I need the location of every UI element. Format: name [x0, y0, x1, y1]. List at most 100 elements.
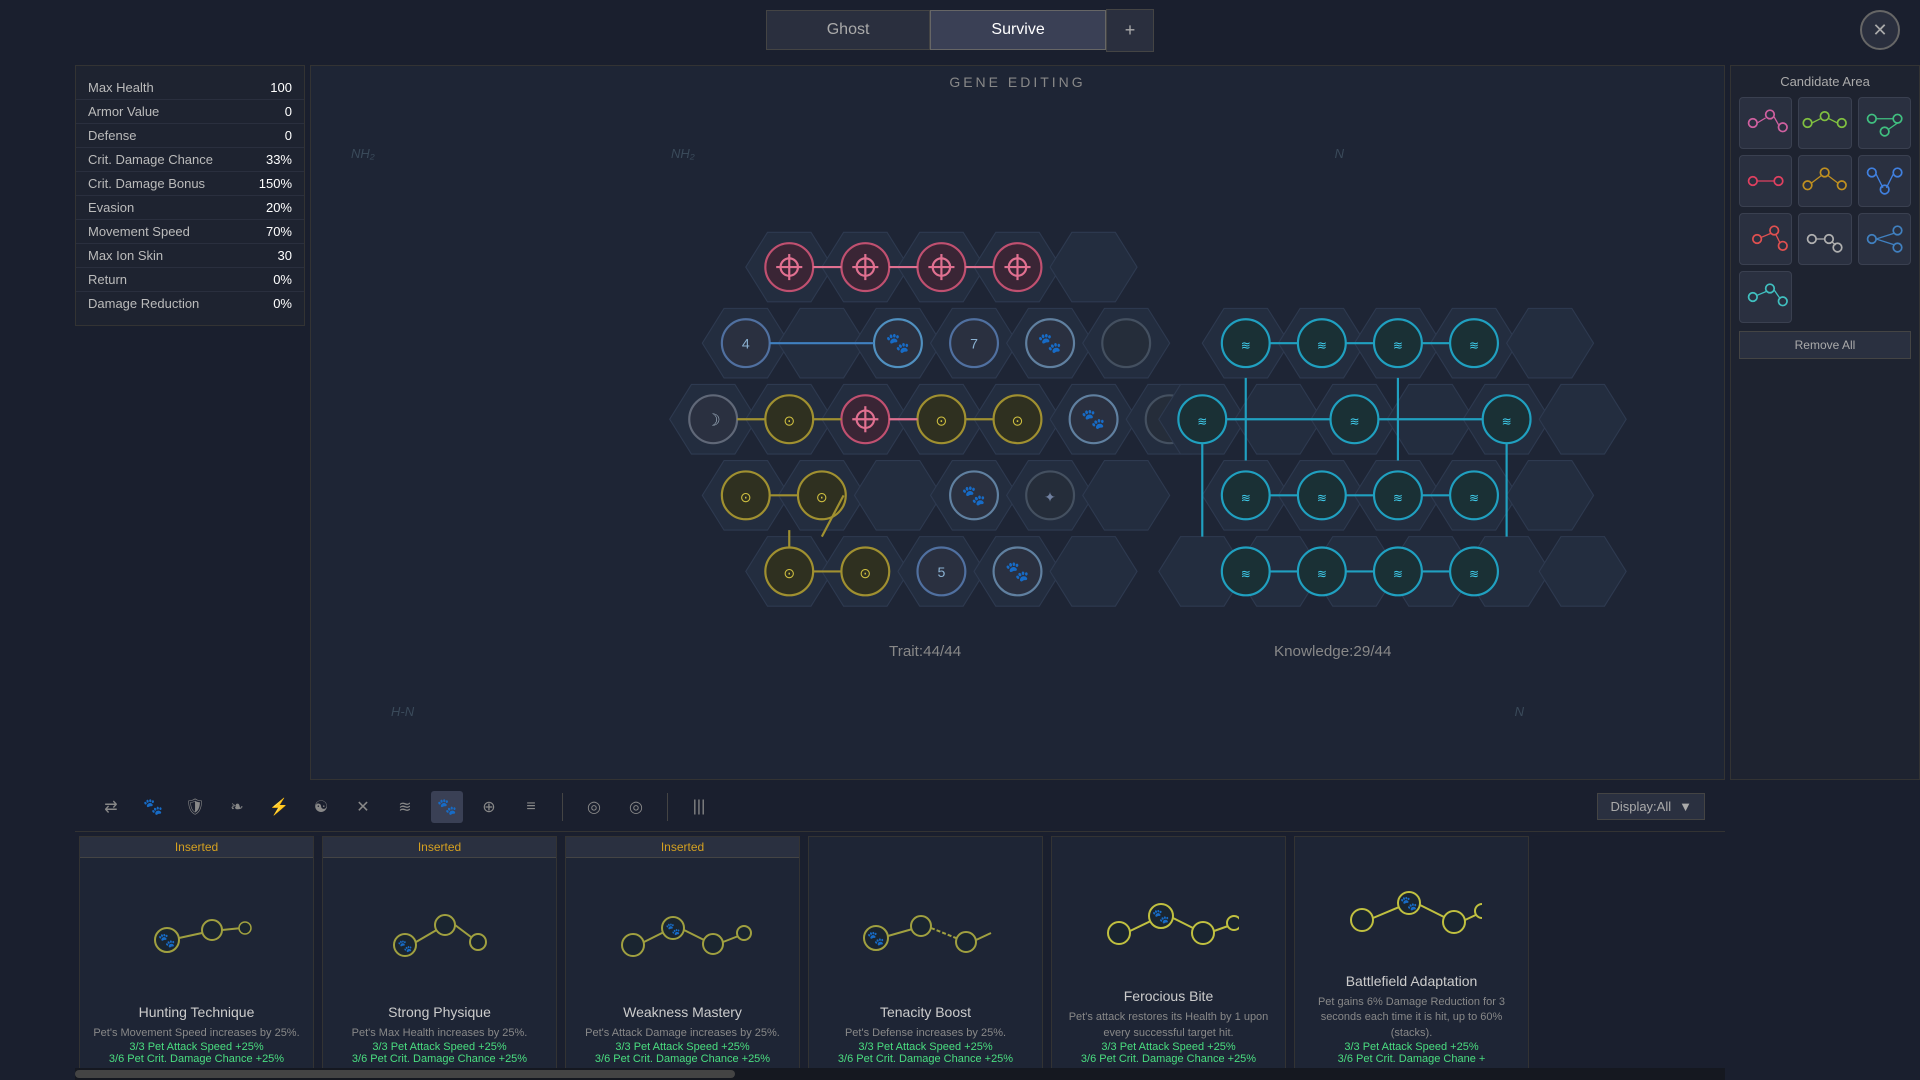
card-icon-area-1: 🐾 — [90, 867, 303, 1004]
display-select[interactable]: Display:All ▼ — [1597, 793, 1705, 820]
filter-icon-cross[interactable]: ✕ — [347, 791, 379, 823]
filter-icon-circle2[interactable]: ◎ — [620, 791, 652, 823]
filter-icon-circle1[interactable]: ◎ — [578, 791, 610, 823]
stat-name: Armor Value — [88, 104, 159, 119]
display-label: Display:All — [1610, 799, 1671, 814]
filter-icon-bolt[interactable]: ⚡ — [263, 791, 295, 823]
stat-name: Crit. Damage Chance — [88, 152, 213, 167]
stat-name: Defense — [88, 128, 136, 143]
stat-value: 70% — [266, 224, 292, 239]
filter-icon-leaf[interactable]: ❧ — [221, 791, 253, 823]
card-icon-area-3: 🐾 — [576, 867, 789, 1004]
svg-text:4: 4 — [742, 336, 750, 352]
svg-text:≋: ≋ — [1317, 491, 1327, 505]
stat-movement-speed: Movement Speed 70% — [76, 220, 304, 244]
chem-label-nh2-2: NH₂ — [671, 146, 695, 161]
candidate-item-1[interactable] — [1739, 97, 1792, 149]
svg-text:≋: ≋ — [1317, 567, 1327, 581]
top-bar: Ghost Survive + ✕ — [0, 0, 1920, 60]
stat-value: 20% — [266, 200, 292, 215]
stat-value: 0% — [273, 296, 292, 311]
chem-label-n2: N — [1515, 704, 1524, 719]
candidate-item-7[interactable] — [1739, 213, 1792, 265]
filter-icon-yin[interactable]: ☯ — [305, 791, 337, 823]
stat-name: Max Ion Skin — [88, 248, 163, 263]
filter-icon-shield[interactable]: 🛡 — [179, 791, 211, 823]
card-stat-6a: 3/3 Pet Attack Speed +25% — [1344, 1041, 1478, 1053]
stat-crit-chance: Crit. Damage Chance 33% — [76, 148, 304, 172]
candidate-item-9[interactable] — [1858, 213, 1911, 265]
svg-text:⊙: ⊙ — [783, 565, 795, 581]
card-battlefield-adaptation[interactable]: 🐾 Battlefield Adaptation Pet gains 6% Da… — [1294, 836, 1529, 1076]
svg-text:5: 5 — [937, 564, 945, 580]
tab-survive[interactable]: Survive — [930, 10, 1105, 50]
card-weakness-mastery[interactable]: Inserted 🐾 Weakness Mastery Pet's Attack… — [565, 836, 800, 1076]
stat-name: Return — [88, 272, 127, 287]
svg-text:✦: ✦ — [1044, 489, 1056, 505]
candidate-item-8[interactable] — [1798, 213, 1851, 265]
card-icon-area-2: 🐾 — [333, 867, 546, 1004]
card-title-5: Ferocious Bite — [1124, 988, 1213, 1004]
scrollbar-thumb[interactable] — [75, 1070, 735, 1078]
svg-text:⊙: ⊙ — [783, 413, 795, 429]
svg-text:🐾: 🐾 — [886, 333, 910, 355]
svg-text:≋: ≋ — [1469, 567, 1479, 581]
chevron-down-icon: ▼ — [1679, 799, 1692, 814]
card-stat-3a: 3/3 Pet Attack Speed +25% — [615, 1041, 749, 1053]
chem-label-nh2: NH₂ — [351, 146, 375, 161]
filter-icon-plus[interactable]: ⊕ — [473, 791, 505, 823]
card-desc-4: Pet's Defense increases by 25%. — [845, 1026, 1006, 1041]
card-icon-area-6: 🐾 — [1305, 867, 1518, 973]
stat-name: Max Health — [88, 80, 154, 95]
candidate-item-3[interactable] — [1858, 97, 1911, 149]
filter-icon-sound[interactable]: ||| — [683, 791, 715, 823]
svg-text:≋: ≋ — [1197, 415, 1207, 429]
chem-label-n: N — [1335, 146, 1344, 161]
candidate-item-6[interactable] — [1858, 155, 1911, 207]
card-ferocious-bite[interactable]: 🐾 Ferocious Bite Pet's attack restores i… — [1051, 836, 1286, 1076]
svg-text:🐾: 🐾 — [1038, 333, 1062, 355]
svg-text:🐾: 🐾 — [867, 930, 884, 947]
svg-text:≋: ≋ — [1241, 491, 1251, 505]
card-tenacity-boost[interactable]: 🐾 Tenacity Boost Pet's Defense increases… — [808, 836, 1043, 1076]
filter-icon-paw[interactable]: 🐾 — [137, 791, 169, 823]
candidate-item-10[interactable] — [1739, 271, 1792, 323]
stat-damage-reduction: Damage Reduction 0% — [76, 292, 304, 315]
card-desc-3: Pet's Attack Damage increases by 25%. — [585, 1026, 780, 1041]
card-stat-6b: 3/6 Pet Crit. Damage Chane + — [1338, 1053, 1486, 1065]
close-button[interactable]: ✕ — [1860, 10, 1900, 50]
candidate-item-5[interactable] — [1798, 155, 1851, 207]
card-stat-5a: 3/3 Pet Attack Speed +25% — [1101, 1041, 1235, 1053]
candidate-item-4[interactable] — [1739, 155, 1792, 207]
stat-value: 150% — [259, 176, 292, 191]
filter-icon-paw2[interactable]: 🐾 — [431, 791, 463, 823]
svg-text:Knowledge:29/44: Knowledge:29/44 — [1274, 643, 1392, 660]
stat-max-ion: Max Ion Skin 30 — [76, 244, 304, 268]
card-icon-area-4: 🐾 — [819, 867, 1032, 1004]
filter-icon-swap[interactable]: ⇄ — [95, 791, 127, 823]
candidate-item-2[interactable] — [1798, 97, 1851, 149]
filter-icon-wave[interactable]: ≋ — [389, 791, 421, 823]
card-badge-2: Inserted — [323, 837, 556, 858]
tab-add-button[interactable]: + — [1106, 9, 1155, 52]
filter-icons-group: ⇄ 🐾 🛡 ❧ ⚡ ☯ ✕ ≋ 🐾 ⊕ ≡ ◎ ◎ ||| — [95, 791, 715, 823]
filter-icon-bars[interactable]: ≡ — [515, 791, 547, 823]
stat-name: Damage Reduction — [88, 296, 199, 311]
svg-text:🐾: 🐾 — [397, 939, 412, 953]
tab-ghost[interactable]: Ghost — [766, 10, 931, 50]
stats-panel: Max Health 100 Armor Value 0 Defense 0 C… — [75, 65, 305, 326]
remove-all-button[interactable]: Remove All — [1739, 331, 1911, 359]
card-strong-physique[interactable]: Inserted 🐾 Strong Physique Pet's Max Hea… — [322, 836, 557, 1076]
svg-text:⊙: ⊙ — [859, 565, 871, 581]
gene-graph-svg: 4 🐾 7 🐾 ☽ ⊙ ⊙ ⊙ — [311, 66, 1724, 779]
card-badge-3: Inserted — [566, 837, 799, 858]
svg-text:≋: ≋ — [1393, 567, 1403, 581]
svg-text:🐾: 🐾 — [1005, 561, 1029, 583]
svg-text:≋: ≋ — [1241, 567, 1251, 581]
card-desc-6: Pet gains 6% Damage Reduction for 3 seco… — [1305, 995, 1518, 1041]
svg-text:≋: ≋ — [1317, 339, 1327, 353]
svg-text:🐾: 🐾 — [1400, 895, 1417, 912]
svg-text:≋: ≋ — [1469, 339, 1479, 353]
stat-value: 0 — [285, 128, 292, 143]
card-hunting-technique[interactable]: Inserted 🐾 Hunting Technique Pet's Movem… — [79, 836, 314, 1076]
